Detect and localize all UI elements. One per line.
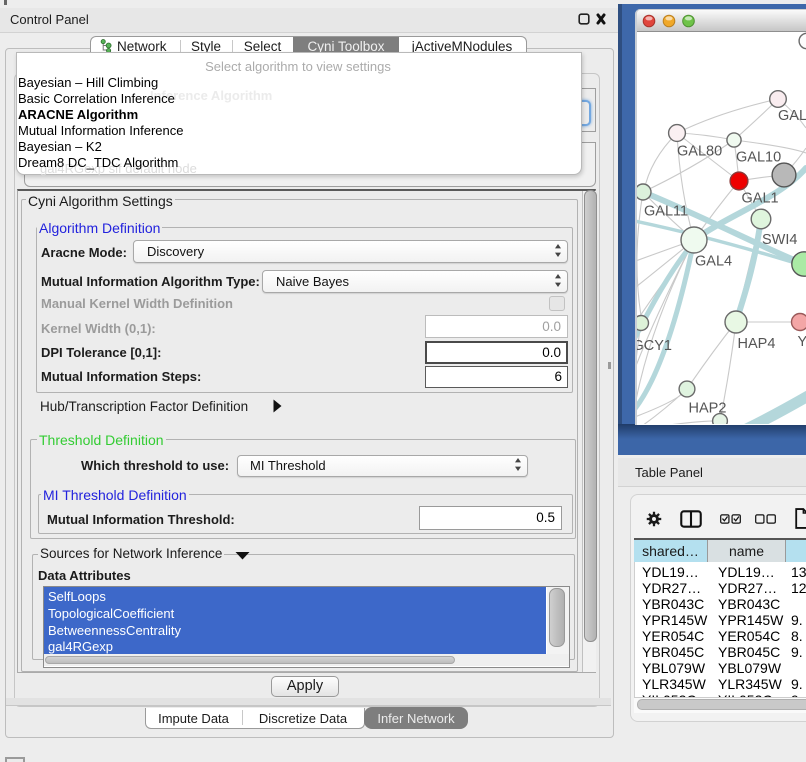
svg-text:GAL80: GAL80 bbox=[677, 144, 722, 160]
svg-text:GAL10: GAL10 bbox=[736, 150, 781, 166]
svg-text:HAP2: HAP2 bbox=[689, 401, 727, 417]
svg-text:Y: Y bbox=[798, 334, 806, 350]
svg-text:HAP4: HAP4 bbox=[738, 336, 776, 352]
svg-text:GCY1: GCY1 bbox=[637, 338, 672, 354]
svg-text:GAL4: GAL4 bbox=[695, 254, 732, 270]
svg-text:SWI4: SWI4 bbox=[762, 232, 797, 248]
svg-text:GAL: GAL bbox=[778, 108, 806, 124]
svg-text:GAL1: GAL1 bbox=[742, 191, 779, 207]
svg-text:GAL11: GAL11 bbox=[644, 204, 688, 220]
